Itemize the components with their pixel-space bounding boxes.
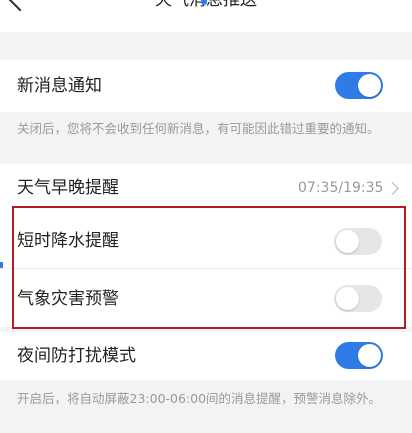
morning-evening-row[interactable]: 天气早晚提醒 07:35/19:35 [0,164,412,212]
new-message-label: 新消息通知 [17,76,102,96]
reminder-time-value: 07:35/19:35 [298,180,384,196]
edge-mark [0,262,3,268]
new-message-row[interactable]: 新消息通知 [0,60,412,112]
chevron-right-icon [386,182,399,195]
short-rain-row[interactable]: 短时降水提醒 [0,212,412,268]
morning-evening-label: 天气早晚提醒 [17,178,119,198]
toggle-knob [358,74,381,97]
disaster-warning-toggle[interactable] [334,285,382,312]
toggle-knob [336,287,359,310]
new-message-description: 关闭后，您将不会收到任何新消息，有可能因此错过重要的通知。 [17,121,380,136]
night-dnd-row[interactable]: 夜间防打扰模式 [0,332,412,380]
toggle-knob [358,344,381,367]
short-rain-label: 短时降水提醒 [17,231,119,251]
disaster-warning-label: 气象灾害预警 [17,289,119,309]
new-message-toggle[interactable] [335,72,383,99]
night-dnd-toggle[interactable] [335,342,383,369]
night-dnd-description: 开启后，将自动屏蔽23:00-06:00间的消息提醒，预警消息除外。 [17,391,382,406]
toggle-knob [336,230,359,253]
short-rain-toggle[interactable] [334,228,382,255]
night-dnd-label: 夜间防打扰模式 [17,346,136,366]
disaster-warning-row[interactable]: 气象灾害预警 [0,269,412,327]
top-bar: 天气消息推送 [0,0,412,32]
